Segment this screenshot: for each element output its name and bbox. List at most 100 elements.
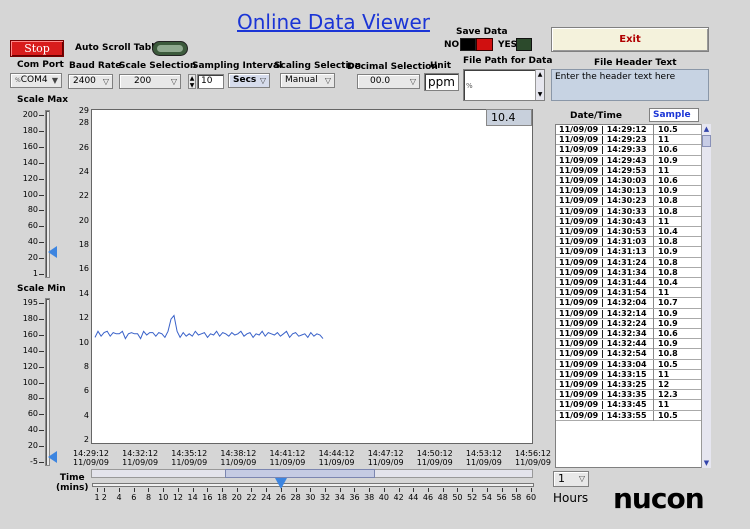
time-tick-label: 34 xyxy=(334,493,345,502)
table-row[interactable]: 11/09/09 | 14:31:03 10.8 xyxy=(556,237,701,248)
table-column-divider xyxy=(653,349,654,360)
table-row[interactable]: 11/09/09 | 14:30:43 11 xyxy=(556,216,701,227)
time-tick-mark xyxy=(486,488,488,492)
table-row[interactable]: 11/09/09 | 14:33:25 12 xyxy=(556,380,701,391)
table-row[interactable]: 11/09/09 | 14:33:35 12.3 xyxy=(556,390,701,401)
file-path-input[interactable]: % ▲ ▼ xyxy=(463,69,545,101)
table-row[interactable]: 11/09/09 | 14:30:33 10.8 xyxy=(556,206,701,217)
table-header-sample[interactable]: Sample xyxy=(649,108,699,122)
table-row[interactable]: 11/09/09 | 14:33:55 10.5 xyxy=(556,410,701,421)
table-row[interactable]: 11/09/09 | 14:32:14 10.9 xyxy=(556,308,701,319)
save-off-indicator[interactable] xyxy=(460,38,476,51)
table-cell-datetime: 11/09/09 | 14:32:14 xyxy=(559,308,647,318)
table-cell-datetime: 11/09/09 | 14:29:33 xyxy=(559,145,647,155)
sampling-unit-select[interactable]: Secs ▽ xyxy=(228,73,270,88)
scale-max-thumb[interactable] xyxy=(48,246,57,258)
table-row[interactable]: 11/09/09 | 14:30:13 10.9 xyxy=(556,186,701,197)
chart-y-tick-label: 28 xyxy=(78,118,89,128)
scale-min-thumb[interactable] xyxy=(48,451,57,463)
scroll-down-icon[interactable]: ▼ xyxy=(702,458,711,468)
table-cell-sample: 10.5 xyxy=(658,410,678,420)
table-column-divider xyxy=(653,216,654,227)
data-graph[interactable] xyxy=(91,109,533,444)
table-row[interactable]: 11/09/09 | 14:32:34 10.6 xyxy=(556,329,701,340)
graph-scroll-thumb[interactable] xyxy=(225,469,375,478)
table-row[interactable]: 11/09/09 | 14:32:24 10.9 xyxy=(556,318,701,329)
scale-tick-label: 195 xyxy=(22,298,38,307)
exit-button[interactable]: Exit xyxy=(551,27,709,52)
time-tick-mark xyxy=(280,488,282,492)
save-on-indicator[interactable] xyxy=(516,38,532,51)
scale-tick-mark xyxy=(39,303,44,304)
table-column-divider xyxy=(653,308,654,319)
scale-min-slider[interactable] xyxy=(45,298,50,466)
table-column-divider xyxy=(653,298,654,309)
table-row[interactable]: 11/09/09 | 14:30:03 10.6 xyxy=(556,176,701,187)
data-table[interactable]: 11/09/09 | 14:29:12 10.5 11/09/09 | 14:29:… xyxy=(555,124,711,468)
save-data-switch[interactable] xyxy=(476,38,493,51)
time-tick-mark xyxy=(133,488,135,492)
file-path-label: File Path for Data xyxy=(463,56,553,66)
unit-input[interactable]: ppm xyxy=(424,73,459,91)
decimal-selection-select[interactable]: 00.0 ▽ xyxy=(357,74,420,89)
table-cell-sample: 10.8 xyxy=(658,257,678,267)
table-row[interactable]: 11/09/09 | 14:29:33 10.6 xyxy=(556,145,701,156)
table-cell-datetime: 11/09/09 | 14:30:03 xyxy=(559,176,647,185)
baud-rate-select[interactable]: 2400 ▽ xyxy=(68,74,113,89)
table-row[interactable]: 11/09/09 | 14:29:43 10.9 xyxy=(556,155,701,166)
table-row[interactable]: 11/09/09 | 14:31:44 10.4 xyxy=(556,278,701,289)
scale-tick-mark xyxy=(39,242,44,244)
time-tick-mark xyxy=(163,488,165,492)
table-row[interactable]: 11/09/09 | 14:31:13 10.9 xyxy=(556,247,701,258)
scale-tick-mark xyxy=(39,130,44,132)
com-port-select[interactable]: %COM4 ▼ xyxy=(10,73,62,88)
scale-tick-label: 180 xyxy=(22,125,38,135)
hours-select[interactable]: 1 ▽ xyxy=(553,471,589,487)
table-cell-sample: 10.8 xyxy=(658,267,678,277)
auto-scroll-toggle[interactable] xyxy=(152,41,188,56)
table-cell-sample: 10.5 xyxy=(658,125,678,134)
file-header-input[interactable]: Enter the header text here xyxy=(551,69,709,101)
table-row[interactable]: 11/09/09 | 14:30:53 10.4 xyxy=(556,227,701,238)
table-cell-datetime: 11/09/09 | 14:30:13 xyxy=(559,186,647,196)
time-tick-label: 44 xyxy=(408,493,419,502)
table-row[interactable]: 11/09/09 | 14:33:45 11 xyxy=(556,400,701,411)
table-cell-sample: 12.3 xyxy=(658,390,678,400)
table-row[interactable]: 11/09/09 | 14:32:44 10.9 xyxy=(556,339,701,350)
table-row[interactable]: 11/09/09 | 14:32:04 10.7 xyxy=(556,298,701,309)
table-cell-datetime: 11/09/09 | 14:33:15 xyxy=(559,369,647,379)
stop-button[interactable]: Stop xyxy=(10,40,64,57)
scale-tick-mark xyxy=(39,398,44,400)
scaling-selection-select[interactable]: Manual ▽ xyxy=(280,73,335,88)
scale-selection-select[interactable]: 200 ▽ xyxy=(119,74,181,89)
scale-tick-label: 20 xyxy=(27,253,38,263)
table-row[interactable]: 11/09/09 | 14:30:23 10.8 xyxy=(556,196,701,207)
table-row[interactable]: 11/09/09 | 14:33:15 11 xyxy=(556,369,701,380)
table-cell-sample: 10.4 xyxy=(658,227,678,236)
file-path-scrollbar[interactable]: ▲ ▼ xyxy=(535,70,544,100)
table-scrollbar[interactable]: ▲ ▼ xyxy=(701,124,711,468)
table-cell-datetime: 11/09/09 | 14:29:12 xyxy=(559,125,647,134)
time-slider[interactable] xyxy=(92,483,534,487)
table-cell-sample: 11 xyxy=(658,165,670,175)
table-column-divider xyxy=(653,390,654,401)
table-cell-datetime: 11/09/09 | 14:32:04 xyxy=(559,298,647,308)
scroll-up-icon[interactable]: ▲ xyxy=(702,124,711,134)
chart-plot xyxy=(94,314,324,340)
table-row[interactable]: 11/09/09 | 14:29:23 11 xyxy=(556,135,701,146)
table-cell-datetime: 11/09/09 | 14:29:23 xyxy=(559,135,647,145)
scale-tick-label: 60 xyxy=(27,409,38,419)
table-row[interactable]: 11/09/09 | 14:31:34 10.8 xyxy=(556,267,701,278)
table-cell-sample: 10.9 xyxy=(658,339,678,349)
table-row[interactable]: 11/09/09 | 14:32:54 10.8 xyxy=(556,349,701,360)
table-cell-sample: 11 xyxy=(658,135,670,145)
table-row[interactable]: 11/09/09 | 14:31:54 11 xyxy=(556,288,701,299)
table-row[interactable]: 11/09/09 | 14:33:04 10.5 xyxy=(556,359,701,370)
table-scroll-thumb[interactable] xyxy=(702,135,711,147)
table-row[interactable]: 11/09/09 | 14:29:53 11 xyxy=(556,165,701,176)
sampling-stepper[interactable]: ▲ ▼ xyxy=(188,74,196,89)
sampling-interval-input[interactable]: 10 xyxy=(197,74,224,89)
chart-x-tick-label: 14:56:12 11/09/09 xyxy=(511,449,555,467)
table-row[interactable]: 11/09/09 | 14:29:12 10.5 xyxy=(556,125,701,136)
table-row[interactable]: 11/09/09 | 14:31:24 10.8 xyxy=(556,257,701,268)
